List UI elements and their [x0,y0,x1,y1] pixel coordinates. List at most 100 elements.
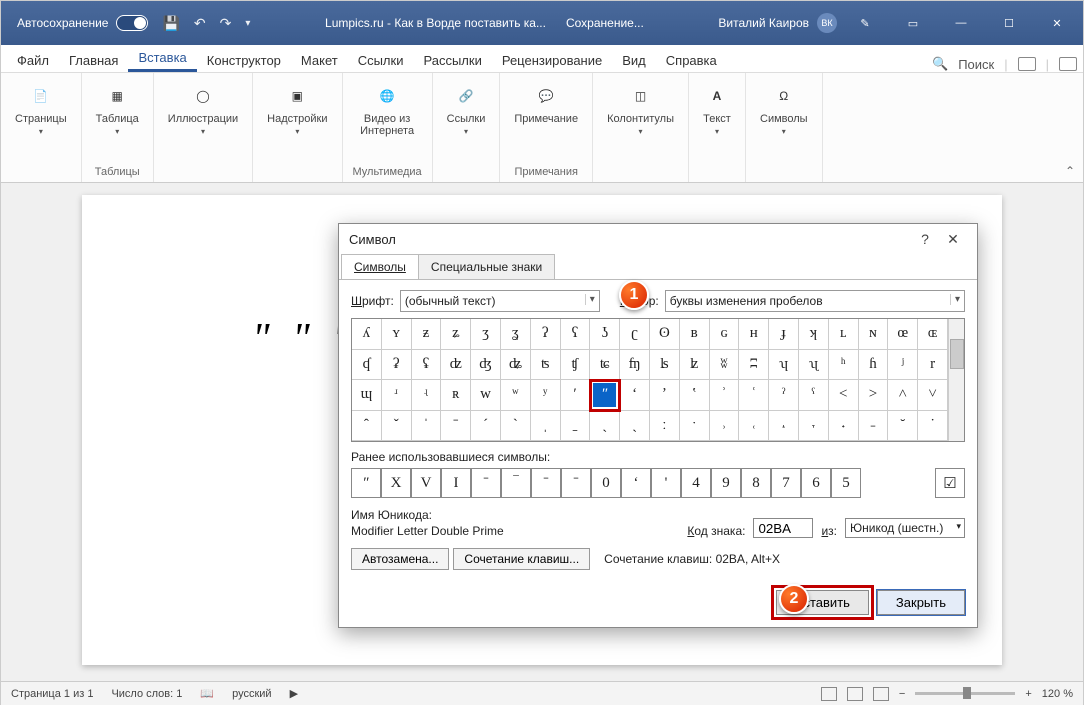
close-button[interactable]: Закрыть [877,590,965,615]
symbol-cell[interactable]: ˆ [352,411,382,442]
collapse-ribbon-icon[interactable]: ⌃ [1065,164,1075,178]
symbol-cell[interactable]: ʮ [769,350,799,381]
symbol-cell[interactable]: œ [888,319,918,350]
shortcut-key-button[interactable]: Сочетание клавиш... [453,548,590,570]
symbol-cell[interactable]: ˄ [888,380,918,411]
zoom-out-button[interactable]: − [899,688,905,700]
symbol-cell[interactable]: ʿ [739,380,769,411]
tab-help[interactable]: Справка [656,49,727,72]
proofing-icon[interactable]: 📖 [200,687,214,700]
symbol-cell[interactable]: ɰ [352,380,382,411]
symbol-cell[interactable]: ʷ [501,380,531,411]
symbol-cell[interactable]: ˇ [382,411,412,442]
dialog-tab-symbols[interactable]: Символы [341,254,419,279]
symbols-button[interactable]: ΩСимволы▾ [756,79,812,141]
tab-layout[interactable]: Макет [291,49,348,72]
print-layout-icon[interactable] [847,687,863,701]
recent-symbol[interactable]: 5 [831,468,861,498]
symbol-cell[interactable]: ʒ [471,319,501,350]
tab-mailings[interactable]: Рассылки [413,49,491,72]
symbol-cell[interactable]: r [918,350,948,381]
recent-symbol[interactable]: ‾ [501,468,531,498]
recent-symbol[interactable]: 8 [741,468,771,498]
symbol-cell[interactable]: ʠ [352,350,382,381]
symbol-cell[interactable]: ʓ [501,319,531,350]
symbol-cell[interactable]: ʺ [590,380,620,411]
symbol-cell[interactable]: ɟ [769,319,799,350]
symbol-cell[interactable]: ʕ [561,319,591,350]
symbol-cell[interactable]: ˗ [859,411,889,442]
recent-symbol[interactable]: 0 [591,468,621,498]
symbol-cell[interactable]: ʥ [501,350,531,381]
symbol-cell[interactable]: ʤ [471,350,501,381]
symbol-cell[interactable]: ʽ [680,380,710,411]
recent-symbol[interactable]: 7 [771,468,801,498]
symbol-cell[interactable]: ʢ [412,350,442,381]
zoom-slider[interactable] [915,692,1015,695]
symbol-cell[interactable]: ʬ [710,350,740,381]
symbol-cell[interactable]: ʹ [561,380,591,411]
redo-icon[interactable]: ↷ [220,15,232,32]
recent-symbol[interactable]: ʺ [351,468,381,498]
symbol-cell[interactable]: ˈ [412,411,442,442]
symbol-cell[interactable]: ʻ [620,380,650,411]
symbol-cell[interactable]: ƶ [412,319,442,350]
symbol-cell[interactable]: ʙ [680,319,710,350]
symbol-cell[interactable]: ʀ [441,380,471,411]
symbol-cell[interactable]: ɶ [918,319,948,350]
macro-icon[interactable]: ▶ [290,687,298,700]
online-video-button[interactable]: 🌐Видео из Интернета [356,79,418,141]
dialog-help-button[interactable]: ? [911,231,939,247]
save-icon[interactable]: 💾 [162,15,179,32]
symbol-cell[interactable]: ˙ [918,411,948,442]
read-mode-icon[interactable] [821,687,837,701]
symbol-cell[interactable]: ɴ [859,319,889,350]
recent-symbol[interactable]: 4 [681,468,711,498]
subset-select[interactable]: буквы изменения пробелов [665,290,965,312]
comments-icon[interactable] [1059,57,1077,71]
symbol-cell[interactable]: ˂ [829,380,859,411]
symbol-cell[interactable]: ʡ [382,350,412,381]
symbol-cell[interactable]: ː [650,411,680,442]
text-button[interactable]: AТекст▾ [699,79,735,141]
symbol-cell[interactable]: w [471,380,501,411]
recent-symbol[interactable]: V [411,468,441,498]
web-layout-icon[interactable] [873,687,889,701]
symbol-cell[interactable]: ʖ [590,319,620,350]
search-icon[interactable]: 🔍 [932,56,948,72]
recent-symbol[interactable]: ˉ [561,468,591,498]
zoom-in-button[interactable]: + [1025,688,1031,700]
table-button[interactable]: ▦Таблица▾ [92,79,143,141]
font-select[interactable]: (обычный текст) [400,290,600,312]
symbol-cell[interactable]: ˒ [710,411,740,442]
symbol-cell[interactable]: ʧ [561,350,591,381]
symbol-cell[interactable]: ʲ [888,350,918,381]
share-icon[interactable] [1018,57,1036,71]
symbol-cell[interactable]: ʾ [710,380,740,411]
dialog-tab-special[interactable]: Специальные знаки [418,254,555,279]
symbol-cell[interactable]: ˓ [739,411,769,442]
symbol-cell[interactable]: ʣ [441,350,471,381]
char-code-input[interactable] [753,518,813,538]
tab-review[interactable]: Рецензирование [492,49,612,72]
dialog-close-icon[interactable]: ✕ [939,231,967,248]
symbol-cell[interactable]: ˀ [769,380,799,411]
tab-home[interactable]: Главная [59,49,128,72]
symbol-cell[interactable]: ˉ [441,411,471,442]
symbol-cell[interactable]: ˕ [799,411,829,442]
status-words[interactable]: Число слов: 1 [111,688,182,700]
header-footer-button[interactable]: ◫Колонтитулы▾ [603,79,678,141]
grid-scrollbar[interactable] [948,319,964,441]
recent-symbol[interactable]: 6 [801,468,831,498]
tab-references[interactable]: Ссылки [348,49,414,72]
links-button[interactable]: 🔗Ссылки▾ [443,79,490,141]
symbol-cell[interactable]: ʜ [739,319,769,350]
recent-symbol[interactable]: X [381,468,411,498]
illustrations-button[interactable]: ◯Иллюстрации▾ [164,79,242,141]
symbol-cell[interactable]: ˅ [918,380,948,411]
pages-button[interactable]: 📄Страницы▾ [11,79,71,141]
status-lang[interactable]: русский [232,688,271,700]
symbol-cell[interactable]: ʩ [620,350,650,381]
symbol-cell[interactable]: ˁ [799,380,829,411]
symbol-cell[interactable]: ʨ [590,350,620,381]
